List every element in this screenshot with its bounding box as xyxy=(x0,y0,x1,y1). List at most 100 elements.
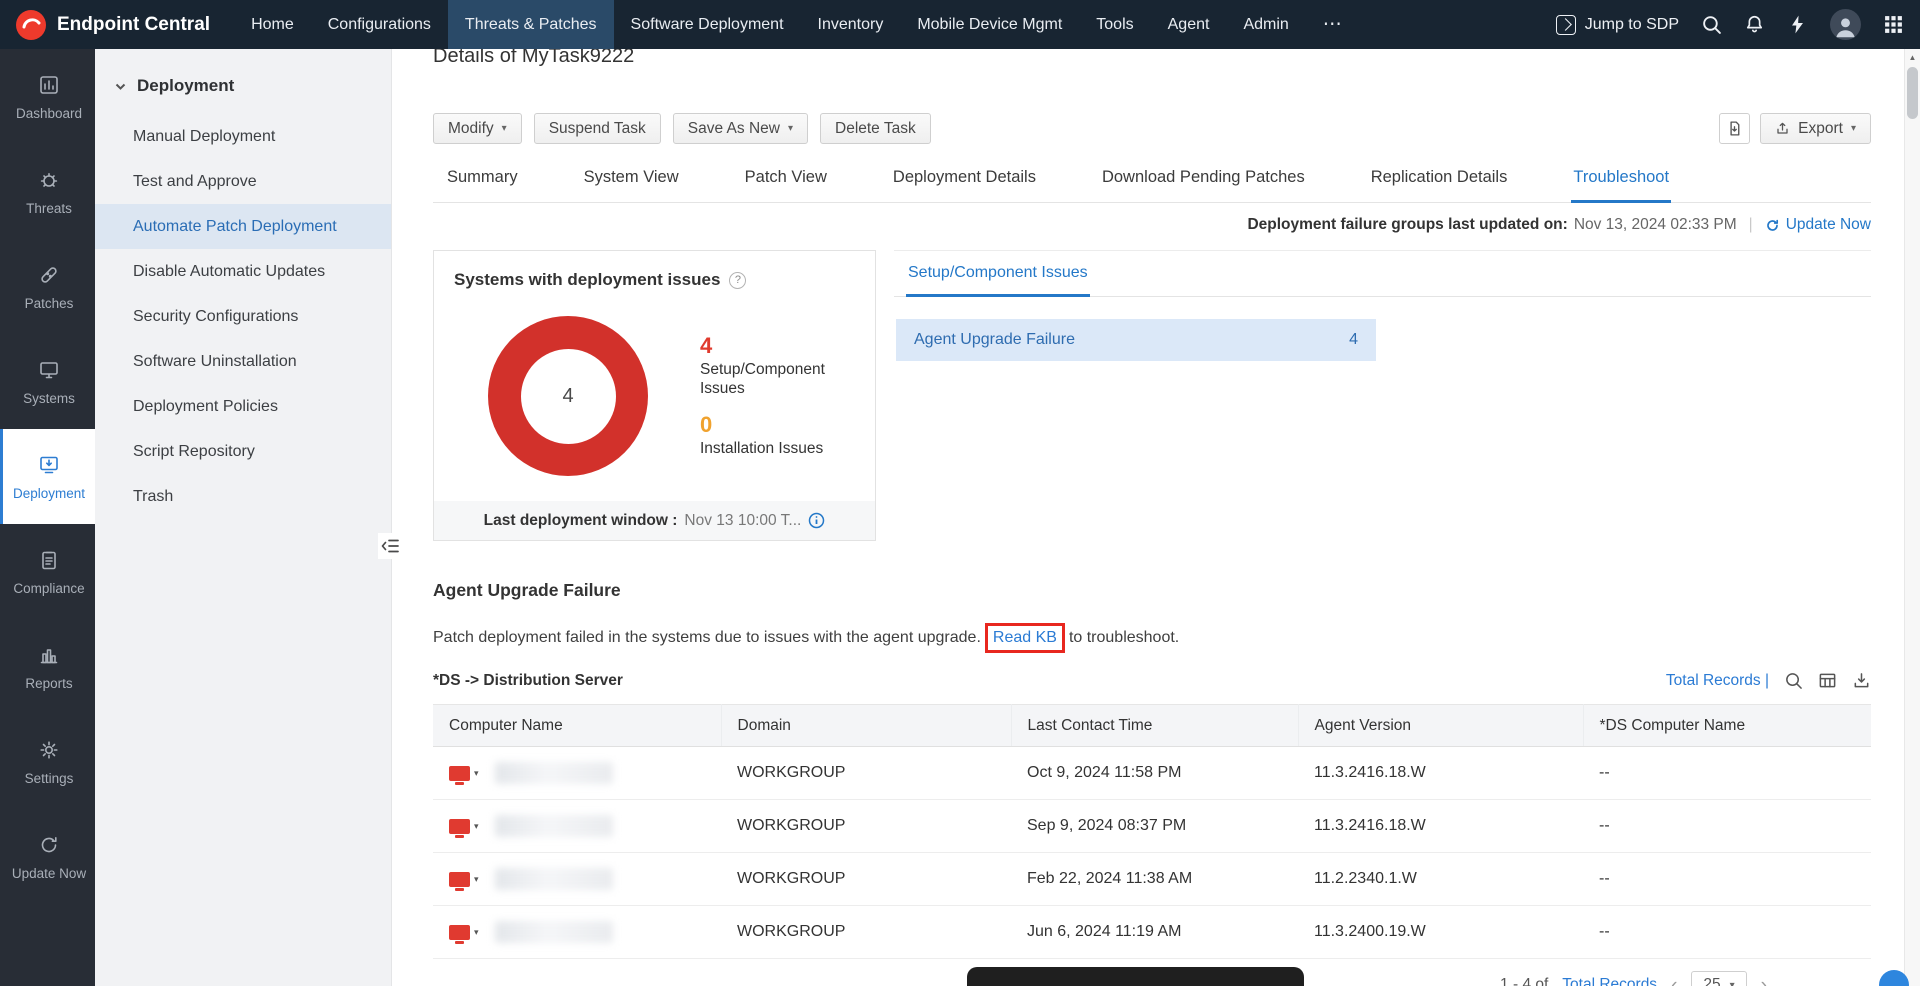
notifications-bell-icon[interactable] xyxy=(1744,14,1765,35)
cell-last-contact: Jun 6, 2024 11:19 AM xyxy=(1011,905,1298,959)
computer-icon[interactable] xyxy=(449,924,470,944)
failure-description: Patch deployment failed in the systems d… xyxy=(433,623,1871,653)
table-row: ▾ WORKGROUP Jun 6, 2024 11:19 AM 11.3.24… xyxy=(433,905,1871,959)
apps-grid-icon[interactable] xyxy=(1883,14,1904,35)
computer-icon[interactable] xyxy=(449,765,470,785)
submenu-item-deployment-policies[interactable]: Deployment Policies xyxy=(95,384,391,429)
jump-to-sdp-button[interactable]: Jump to SDP xyxy=(1555,14,1679,35)
brand[interactable]: Endpoint Central xyxy=(0,0,234,49)
help-icon[interactable]: ? xyxy=(729,271,747,289)
modify-button[interactable]: Modify ▾ xyxy=(433,113,522,144)
save-as-new-button[interactable]: Save As New ▾ xyxy=(672,113,808,144)
submenu-header[interactable]: Deployment xyxy=(95,49,391,114)
nav-item-inventory[interactable]: Inventory xyxy=(801,0,901,49)
issue-group-tabs: Setup/Component Issues xyxy=(894,251,1871,297)
tab-setup-component-issues[interactable]: Setup/Component Issues xyxy=(906,251,1090,297)
export-file-icon[interactable] xyxy=(1719,113,1751,144)
submenu-item-software-uninstallation[interactable]: Software Uninstallation xyxy=(95,339,391,384)
cell-domain: WORKGROUP xyxy=(721,799,1011,853)
submenu-item-test-and-approve[interactable]: Test and Approve xyxy=(95,159,391,204)
info-icon[interactable] xyxy=(808,512,825,529)
chevron-down-icon: ▾ xyxy=(787,123,793,134)
sidebar-item-reports[interactable]: Reports xyxy=(0,619,95,714)
tab-deployment-details[interactable]: Deployment Details xyxy=(891,160,1038,202)
col-domain[interactable]: Domain xyxy=(721,704,1012,747)
submenu-item-disable-automatic-updates[interactable]: Disable Automatic Updates xyxy=(95,249,391,294)
sidebar-item-deployment[interactable]: Deployment xyxy=(0,429,95,524)
col-ds-computer-name[interactable]: *DS Computer Name xyxy=(1583,704,1871,747)
donut-total: 4 xyxy=(520,348,616,444)
card-title: Systems with deployment issues xyxy=(454,270,721,289)
submenu-item-security-configurations[interactable]: Security Configurations xyxy=(95,294,391,339)
sidebar-item-settings[interactable]: Settings xyxy=(0,714,95,809)
sidebar-item-update-now[interactable]: Update Now xyxy=(0,809,95,904)
nav-item-software-deployment[interactable]: Software Deployment xyxy=(614,0,801,49)
vertical-scrollbar[interactable]: ▲ xyxy=(1904,49,1920,986)
sidebar-item-compliance[interactable]: Compliance xyxy=(0,524,95,619)
col-agent-version[interactable]: Agent Version xyxy=(1298,704,1584,747)
total-records-link[interactable]: Total Records | xyxy=(1666,672,1769,690)
tab-summary[interactable]: Summary xyxy=(445,160,520,202)
submenu-item-manual-deployment[interactable]: Manual Deployment xyxy=(95,114,391,159)
tab-patch-view[interactable]: Patch View xyxy=(743,160,829,202)
nav-item-tools[interactable]: Tools xyxy=(1079,0,1150,49)
chevron-down-icon: ▾ xyxy=(501,123,507,134)
update-now-button[interactable]: Update Now xyxy=(1765,216,1871,234)
chevron-down-icon xyxy=(115,83,126,90)
read-kb-link[interactable]: Read KB xyxy=(993,629,1057,646)
download-icon[interactable] xyxy=(1852,671,1871,690)
quick-actions-lightning-icon[interactable] xyxy=(1787,14,1808,35)
tab-replication-details[interactable]: Replication Details xyxy=(1369,160,1510,202)
cell-ds-computer: -- xyxy=(1583,746,1871,800)
row-dropdown-caret-icon[interactable]: ▾ xyxy=(474,821,479,832)
suspend-task-button[interactable]: Suspend Task xyxy=(533,113,661,144)
row-dropdown-caret-icon[interactable]: ▾ xyxy=(474,768,479,779)
sidebar-item-threats[interactable]: Threats xyxy=(0,144,95,239)
search-icon[interactable] xyxy=(1784,671,1803,690)
submenu-item-script-repository[interactable]: Script Repository xyxy=(95,429,391,474)
sidebar-item-dashboard[interactable]: Dashboard xyxy=(0,49,95,144)
scrollbar-up-icon[interactable]: ▲ xyxy=(1905,49,1920,66)
tab-troubleshoot[interactable]: Troubleshoot xyxy=(1571,160,1672,203)
cell-domain: WORKGROUP xyxy=(721,746,1011,800)
delete-task-button[interactable]: Delete Task xyxy=(820,113,931,144)
pagination-total-records-link[interactable]: Total Records xyxy=(1562,976,1657,986)
nav-item-mobile-device-mgmt[interactable]: Mobile Device Mgmt xyxy=(900,0,1079,49)
sidebar-item-systems[interactable]: Systems xyxy=(0,334,95,429)
sidebar-item-patches[interactable]: Patches xyxy=(0,239,95,334)
sdp-icon xyxy=(1555,14,1576,35)
nav-item-home[interactable]: Home xyxy=(234,0,311,49)
pagination-prev-icon[interactable]: ‹ xyxy=(1671,976,1677,986)
pagination-next-icon[interactable]: › xyxy=(1761,976,1767,986)
cell-last-contact: Sep 9, 2024 08:37 PM xyxy=(1011,799,1298,853)
last-updated-label: Deployment failure groups last updated o… xyxy=(1247,216,1568,233)
nav-item-threats-patches[interactable]: Threats & Patches xyxy=(447,0,614,49)
nav-item-configurations[interactable]: Configurations xyxy=(311,0,448,49)
nav-item-admin[interactable]: Admin xyxy=(1226,0,1305,49)
issue-group-row[interactable]: Agent Upgrade Failure 4 xyxy=(896,319,1376,361)
export-button[interactable]: Export ▾ xyxy=(1760,113,1871,144)
tab-system-view[interactable]: System View xyxy=(582,160,681,202)
computer-icon[interactable] xyxy=(449,871,470,891)
bottom-toast[interactable] xyxy=(967,967,1304,986)
scrollbar-thumb[interactable] xyxy=(1907,67,1918,119)
col-last-contact-time[interactable]: Last Contact Time xyxy=(1011,704,1299,747)
row-dropdown-caret-icon[interactable]: ▾ xyxy=(474,927,479,938)
collapse-sidebar-icon[interactable] xyxy=(378,533,404,559)
computer-icon[interactable] xyxy=(449,818,470,838)
detail-tabs: Summary System View Patch View Deploymen… xyxy=(433,160,1871,203)
tab-download-pending-patches[interactable]: Download Pending Patches xyxy=(1100,160,1307,202)
issues-stats: 4 Setup/Component Issues 0 Installation … xyxy=(700,333,850,459)
user-avatar[interactable] xyxy=(1830,9,1861,40)
table-row: ▾ WORKGROUP Oct 9, 2024 11:58 PM 11.3.24… xyxy=(433,746,1871,800)
row-dropdown-caret-icon[interactable]: ▾ xyxy=(474,874,479,885)
column-chooser-table-icon[interactable] xyxy=(1818,671,1837,690)
submenu-item-automate-patch-deployment[interactable]: Automate Patch Deployment xyxy=(95,204,391,249)
module-sidebar: Dashboard Threats Patches Systems Deploy… xyxy=(0,49,95,986)
page-size-select[interactable]: 25 ▾ xyxy=(1691,971,1747,986)
submenu-item-trash[interactable]: Trash xyxy=(95,474,391,519)
col-computer-name[interactable]: Computer Name xyxy=(433,704,722,747)
nav-more-icon[interactable]: ⋯ xyxy=(1306,0,1360,49)
search-icon[interactable] xyxy=(1701,14,1722,35)
nav-item-agent[interactable]: Agent xyxy=(1151,0,1227,49)
